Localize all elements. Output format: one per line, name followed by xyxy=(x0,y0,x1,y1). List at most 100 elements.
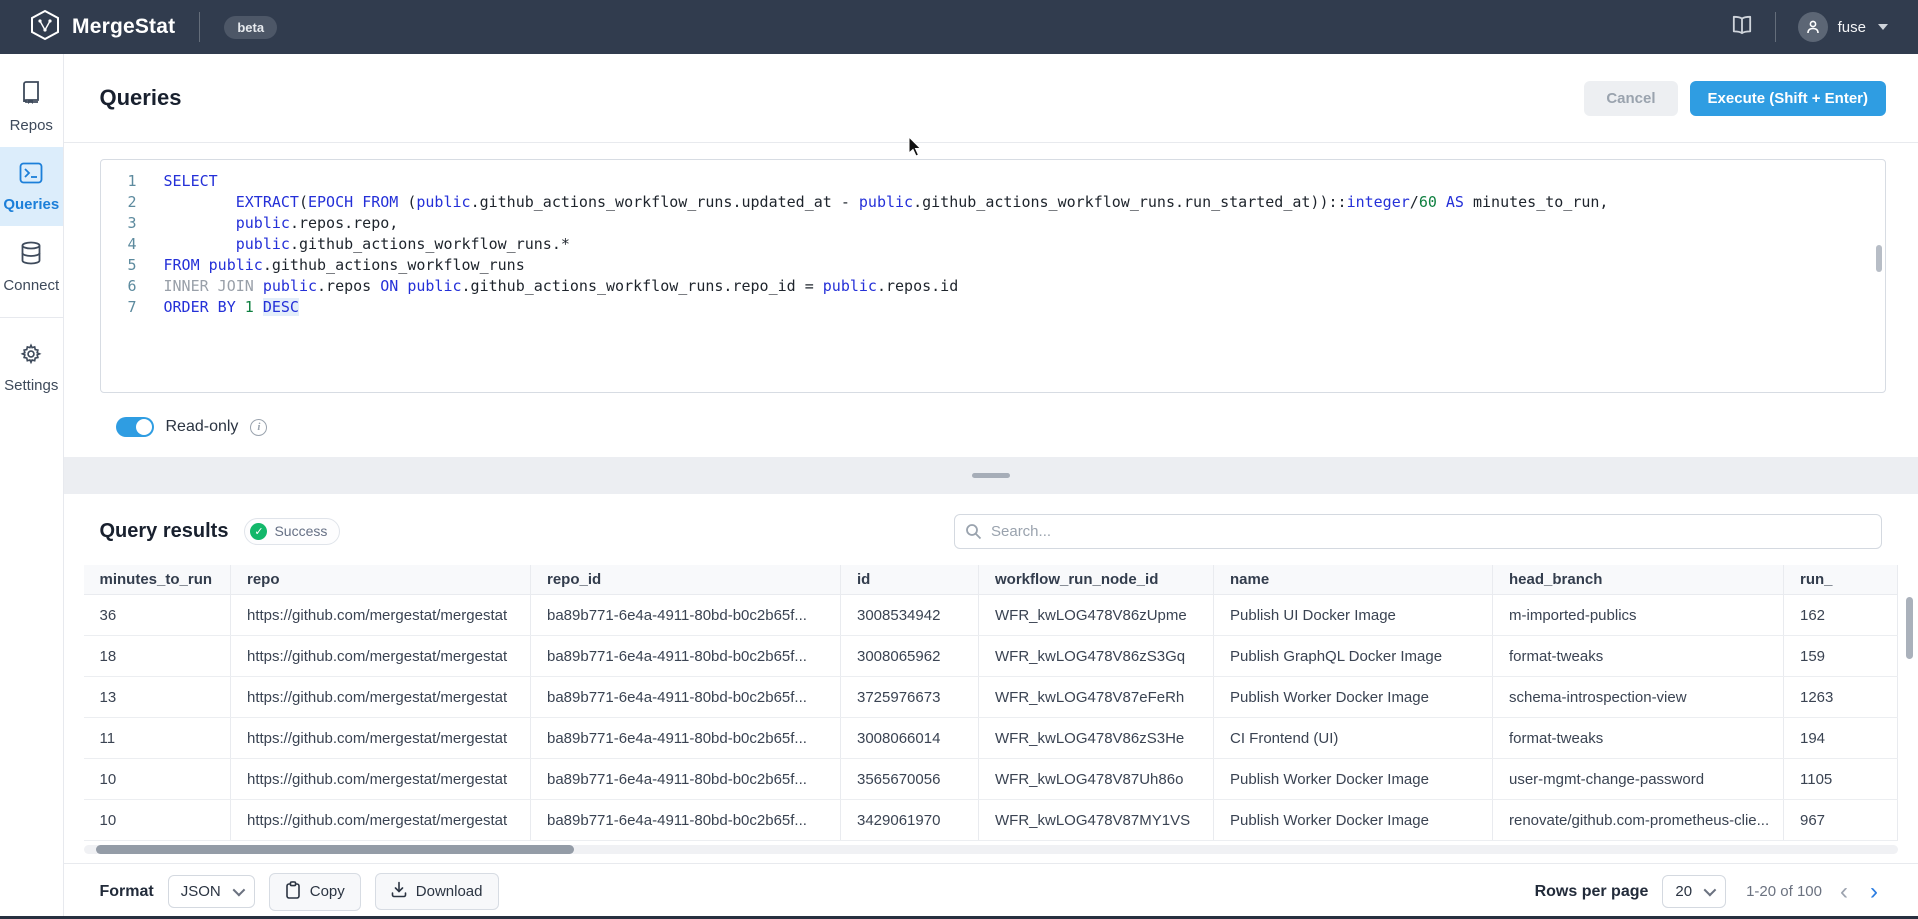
copy-button[interactable]: Copy xyxy=(269,873,361,911)
user-menu[interactable]: fuse xyxy=(1798,12,1888,42)
code-token xyxy=(200,256,209,274)
table-cell: ba89b771-6e4a-4911-80bd-b0c2b65f... xyxy=(531,595,841,636)
sidebar-label-settings: Settings xyxy=(4,377,58,394)
mergestat-logo-icon xyxy=(30,9,60,46)
rows-per-page-value: 20 xyxy=(1675,883,1692,900)
chevron-down-icon xyxy=(1704,884,1717,897)
code-line[interactable]: FROM public.github_actions_workflow_runs xyxy=(164,255,1886,276)
table-cell: 10 xyxy=(84,800,231,841)
table-row[interactable]: 10https://github.com/mergestat/mergestat… xyxy=(84,759,1898,800)
sql-editor[interactable]: 1234567 SELECT EXTRACT(EPOCH FROM (publi… xyxy=(100,159,1887,393)
column-header[interactable]: minutes_to_run xyxy=(84,565,231,595)
docs-book-icon[interactable] xyxy=(1731,15,1753,40)
code-token xyxy=(353,193,362,211)
column-header[interactable]: id xyxy=(841,565,979,595)
line-number: 7 xyxy=(101,297,137,318)
code-lines[interactable]: SELECT EXTRACT(EPOCH FROM (public.github… xyxy=(151,160,1886,392)
table-cell: https://github.com/mergestat/mergestat xyxy=(231,677,531,718)
results-title: Query results xyxy=(100,520,229,543)
code-token: public xyxy=(236,214,290,232)
line-number: 6 xyxy=(101,276,137,297)
code-line[interactable]: INNER JOIN public.repos ON public.github… xyxy=(164,276,1886,297)
column-header[interactable]: workflow_run_node_id xyxy=(979,565,1214,595)
table-cell: user-mgmt-change-password xyxy=(1493,759,1784,800)
column-header[interactable]: head_branch xyxy=(1493,565,1784,595)
brand[interactable]: MergeStat xyxy=(30,9,175,46)
horizontal-scrollbar-thumb[interactable] xyxy=(96,845,574,854)
table-cell: ba89b771-6e4a-4911-80bd-b0c2b65f... xyxy=(531,718,841,759)
sidebar-label-connect: Connect xyxy=(3,277,59,294)
horizontal-scrollbar[interactable] xyxy=(84,845,1899,854)
table-vertical-scrollbar[interactable] xyxy=(1906,597,1913,659)
table-cell: 1263 xyxy=(1784,677,1898,718)
code-token: public xyxy=(859,193,913,211)
navbar-divider-2 xyxy=(1775,12,1776,42)
download-button[interactable]: Download xyxy=(375,873,499,910)
code-token: / xyxy=(1410,193,1419,211)
code-line[interactable]: public.github_actions_workflow_runs.* xyxy=(164,234,1886,255)
execute-button[interactable]: Execute (Shift + Enter) xyxy=(1690,81,1886,116)
download-icon xyxy=(391,881,407,902)
code-line[interactable]: SELECT xyxy=(164,171,1886,192)
table-row[interactable]: 18https://github.com/mergestat/mergestat… xyxy=(84,636,1898,677)
code-token xyxy=(254,298,263,316)
format-select[interactable]: JSON xyxy=(168,875,255,908)
copy-label: Copy xyxy=(310,883,345,900)
table-cell: WFR_kwLOG478V86zS3Gq xyxy=(979,636,1214,677)
readonly-toggle[interactable] xyxy=(116,417,154,437)
query-editor-panel: Queries Cancel Execute (Shift + Enter) 1… xyxy=(64,54,1918,457)
code-line[interactable]: public.repos.repo, xyxy=(164,213,1886,234)
code-token: DESC xyxy=(263,298,299,316)
code-token: .github_actions_workflow_runs.repo_id = xyxy=(462,277,823,295)
table-cell: format-tweaks xyxy=(1493,718,1784,759)
table-cell: WFR_kwLOG478V87Uh86o xyxy=(979,759,1214,800)
line-number: 4 xyxy=(101,234,137,255)
line-number-gutter: 1234567 xyxy=(101,160,151,392)
code-token: .repos.id xyxy=(877,277,958,295)
table-cell: format-tweaks xyxy=(1493,636,1784,677)
table-row[interactable]: 36https://github.com/mergestat/mergestat… xyxy=(84,595,1898,636)
line-number: 1 xyxy=(101,171,137,192)
sidebar-item-settings[interactable]: Settings xyxy=(0,328,63,407)
download-label: Download xyxy=(416,883,483,900)
resize-handle[interactable] xyxy=(972,473,1010,478)
sidebar-label-repos: Repos xyxy=(10,117,53,134)
search-input[interactable] xyxy=(954,514,1882,549)
table-row[interactable]: 13https://github.com/mergestat/mergestat… xyxy=(84,677,1898,718)
code-token xyxy=(164,214,236,232)
column-header[interactable]: name xyxy=(1214,565,1493,595)
chevron-down-icon xyxy=(1878,24,1888,30)
rows-per-page-label: Rows per page xyxy=(1535,883,1649,901)
table-cell: WFR_kwLOG478V87eFeRh xyxy=(979,677,1214,718)
next-page-icon[interactable]: › xyxy=(1866,880,1882,904)
code-line[interactable]: ORDER BY 1 DESC xyxy=(164,297,1886,318)
code-token: ( xyxy=(398,193,416,211)
sidebar: Repos Queries Connect xyxy=(0,54,64,919)
table-cell: CI Frontend (UI) xyxy=(1214,718,1493,759)
table-row[interactable]: 10https://github.com/mergestat/mergestat… xyxy=(84,800,1898,841)
sidebar-item-queries[interactable]: Queries xyxy=(0,147,63,226)
table-row[interactable]: 11https://github.com/mergestat/mergestat… xyxy=(84,718,1898,759)
column-header[interactable]: repo xyxy=(231,565,531,595)
editor-vertical-scrollbar[interactable] xyxy=(1876,245,1882,272)
brand-name: MergeStat xyxy=(72,15,175,39)
sidebar-item-connect[interactable]: Connect xyxy=(0,226,63,307)
cancel-button[interactable]: Cancel xyxy=(1584,81,1677,116)
gear-icon xyxy=(20,343,42,370)
column-header[interactable]: run_ xyxy=(1784,565,1898,595)
info-icon: i xyxy=(250,419,267,436)
table-cell: schema-introspection-view xyxy=(1493,677,1784,718)
code-token xyxy=(164,193,236,211)
code-token: INNER JOIN xyxy=(164,277,254,295)
code-token: public xyxy=(209,256,263,274)
code-token: ( xyxy=(299,193,308,211)
rows-per-page-select[interactable]: 20 xyxy=(1662,875,1726,908)
success-check-icon: ✓ xyxy=(250,523,267,540)
code-token: AS xyxy=(1446,193,1464,211)
column-header[interactable]: repo_id xyxy=(531,565,841,595)
previous-page-icon[interactable]: ‹ xyxy=(1836,880,1852,904)
table-cell: 3565670056 xyxy=(841,759,979,800)
code-line[interactable]: EXTRACT(EPOCH FROM (public.github_action… xyxy=(164,192,1886,213)
table-cell: https://github.com/mergestat/mergestat xyxy=(231,595,531,636)
sidebar-item-repos[interactable]: Repos xyxy=(0,66,63,147)
